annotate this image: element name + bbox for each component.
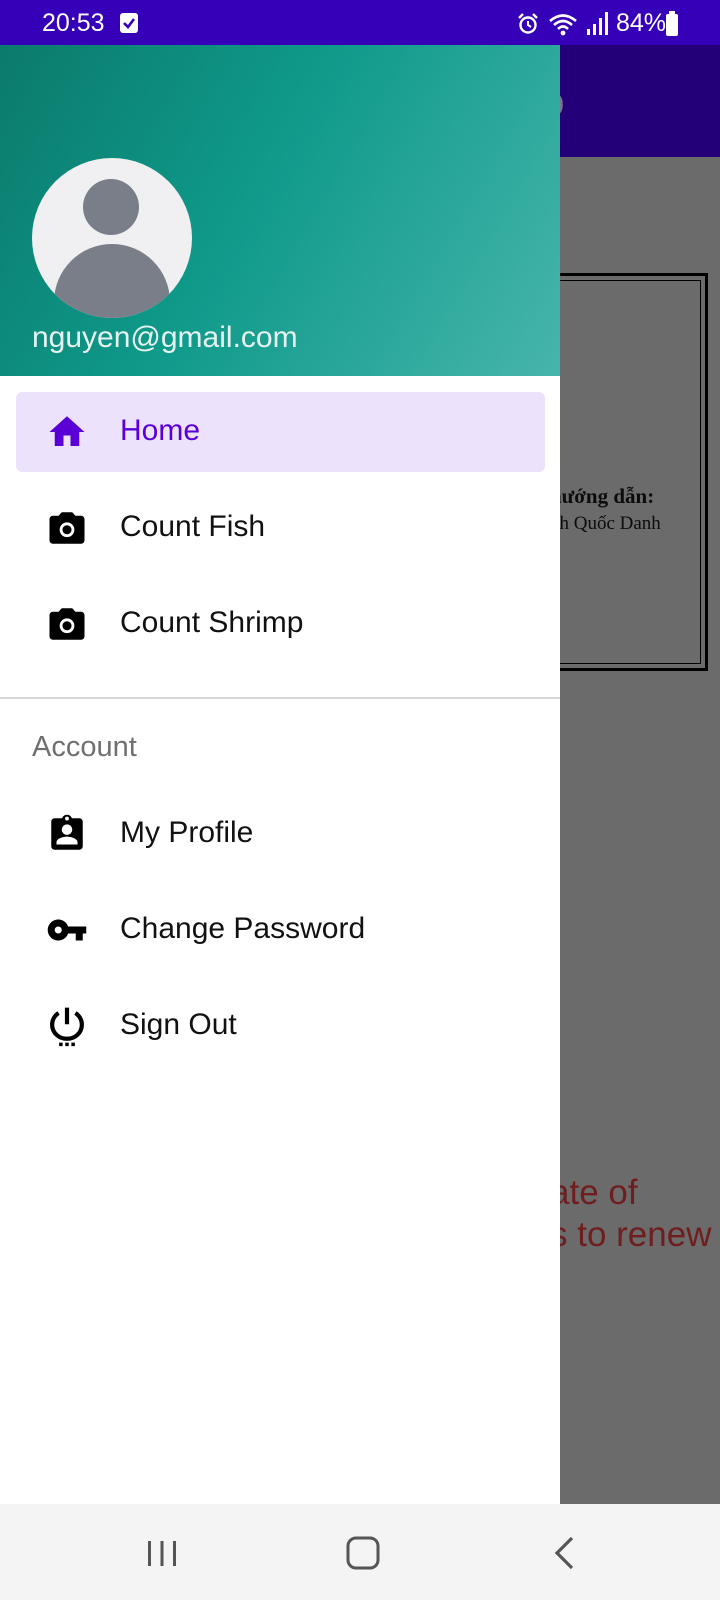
recent-apps-button[interactable] [137, 1528, 187, 1578]
back-button[interactable] [540, 1528, 590, 1578]
document-text-line: hướng dẫn: [550, 484, 655, 508]
wifi-icon [548, 12, 578, 36]
menu-item-count-fish[interactable]: Count Fish [16, 488, 545, 568]
menu-item-sign-out[interactable]: Sign Out [16, 986, 545, 1066]
battery-percent: 84% [615, 9, 666, 37]
menu-item-change-password[interactable]: Change Password [16, 890, 545, 970]
status-bar: 20:53 84% [0, 0, 720, 45]
status-time: 20:53 [42, 9, 105, 37]
menu-item-label: Change Password [120, 912, 366, 945]
power-icon [46, 1005, 88, 1047]
menu-item-label: Sign Out [120, 1008, 237, 1041]
document-text-line: nh Quốc Danh [550, 513, 661, 534]
notice-text: ate of s to renew [550, 1172, 720, 1256]
menu-item-label: Count Fish [120, 510, 266, 543]
menu-item-label: Home [120, 414, 201, 447]
home-button[interactable] [338, 1528, 388, 1578]
checkbox-notification-icon [120, 13, 138, 33]
notice-line: s to renew [550, 1215, 712, 1254]
status-indicators: 84% [516, 9, 666, 38]
profile-badge-icon [46, 813, 88, 855]
navigation-drawer: nguyen@gmail.com Home Count Fish Count S… [0, 45, 560, 1504]
alarm-icon [516, 12, 540, 36]
menu-item-home[interactable]: Home [16, 392, 545, 472]
battery-icon [666, 11, 678, 36]
camera-icon [46, 603, 88, 645]
menu-item-count-shrimp[interactable]: Count Shrimp [16, 584, 545, 664]
section-title-account: Account [32, 731, 137, 763]
notice-line: ate of [550, 1173, 638, 1212]
divider [0, 697, 560, 699]
user-email: nguyen@gmail.com [32, 321, 298, 354]
drawer-header: nguyen@gmail.com [0, 45, 560, 376]
menu-item-my-profile[interactable]: My Profile [16, 794, 545, 874]
menu-item-label: My Profile [120, 816, 254, 849]
camera-icon [46, 507, 88, 549]
system-navigation-bar [0, 1504, 720, 1600]
signal-icon [586, 11, 608, 36]
key-icon [46, 909, 88, 951]
avatar[interactable] [32, 158, 192, 318]
menu-item-label: Count Shrimp [120, 606, 304, 639]
home-icon [46, 411, 88, 453]
